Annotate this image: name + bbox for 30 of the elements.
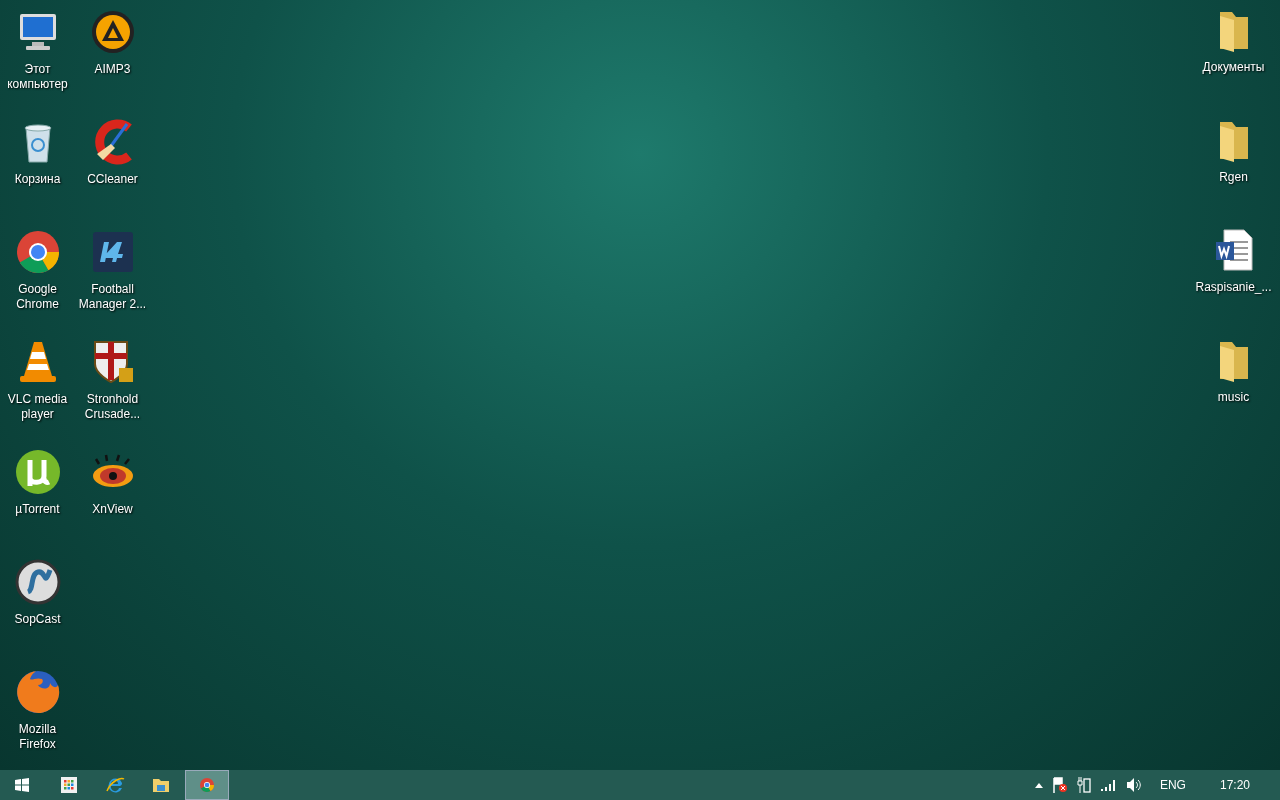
grid-icon: [61, 777, 77, 793]
mu-logo-icon: [13, 448, 62, 496]
shortcut-label[interactable]: Корзина: [14, 172, 61, 187]
shortcut-label[interactable]: Документы: [1202, 60, 1265, 75]
language-indicator[interactable]: ENG: [1159, 776, 1186, 794]
shortcut-label[interactable]: Stronhold Crusade...: [75, 392, 150, 422]
shortcut-label[interactable]: Mozilla Firefox: [0, 722, 75, 752]
shortcut-label[interactable]: µTorrent: [15, 502, 60, 517]
speaker-icon[interactable]: [1125, 778, 1142, 792]
e-logo-icon: [105, 775, 125, 795]
shortcut-label[interactable]: Google Chrome: [0, 282, 75, 312]
shortcut-label[interactable]: Raspisanie_...: [1195, 280, 1272, 295]
film-disc-icon: [13, 558, 62, 606]
round-logo-icon: [199, 777, 215, 793]
shortcut-label[interactable]: CCleaner: [87, 172, 138, 187]
shortcut-label[interactable]: VLC media player: [0, 392, 75, 422]
folder-icon: [152, 777, 170, 793]
windows-logo-icon: [15, 778, 29, 792]
shortcut-label[interactable]: music: [1217, 390, 1250, 405]
battery-plug-icon[interactable]: [1076, 777, 1091, 793]
shortcut-label[interactable]: Rgen: [1219, 170, 1248, 185]
shortcut-label[interactable]: Этот компьютер: [0, 62, 75, 92]
shortcut-label[interactable]: AIMP3: [94, 62, 131, 77]
chevron-up-icon[interactable]: [1034, 782, 1043, 788]
flag-error-icon[interactable]: [1052, 777, 1067, 793]
signal-bars-icon[interactable]: [1100, 779, 1116, 791]
shortcut-label[interactable]: SopCast: [14, 612, 61, 627]
clock-time[interactable]: 17:20: [1219, 776, 1250, 794]
shortcut-label[interactable]: XnView: [92, 502, 133, 517]
shortcut-label[interactable]: Football Manager 2...: [75, 282, 150, 312]
